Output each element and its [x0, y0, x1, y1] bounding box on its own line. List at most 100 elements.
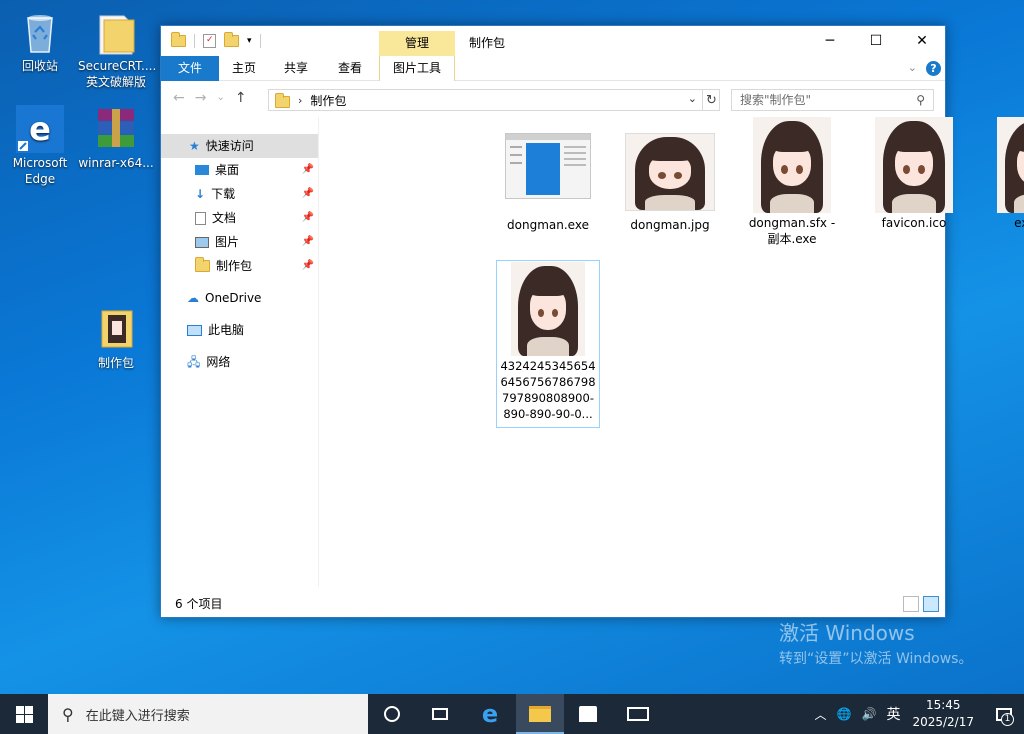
file-item[interactable]: dongman.exe: [496, 127, 600, 233]
refresh-icon[interactable]: ↻: [702, 89, 720, 111]
document-icon: [195, 211, 206, 225]
ime-indicator[interactable]: 英: [886, 704, 900, 724]
maximize-button[interactable]: ☐: [853, 26, 899, 56]
tab-share[interactable]: 共享: [269, 56, 323, 81]
notification-badge: 1: [1001, 713, 1014, 726]
file-item-selected[interactable]: 4324245345654 6456756786798 797890808900…: [496, 260, 600, 428]
address-bar[interactable]: › 制作包 ⌄: [268, 89, 720, 111]
nav-item-documents[interactable]: 文档 📌: [161, 206, 318, 230]
chevron-down-icon[interactable]: ⌄: [688, 92, 697, 105]
file-item[interactable]: exe.jpg: [984, 117, 1024, 231]
quick-access-toolbar: ✓ ▾: [171, 32, 261, 48]
desktop-icon-label: 制作包: [97, 356, 134, 370]
tab-view[interactable]: 查看: [323, 56, 377, 81]
desktop-icon-label: Microsoft Edge: [12, 156, 68, 186]
download-icon: ↓: [195, 187, 206, 201]
edge-taskbar-icon[interactable]: e: [466, 694, 514, 734]
desktop-icon-securecrt[interactable]: SecureCRT.... 英文破解版: [78, 8, 156, 90]
desktop-icon-label: winrar-x64...: [78, 156, 154, 170]
pin-icon: 📌: [301, 260, 314, 271]
nav-item-pictures[interactable]: 图片 📌: [161, 230, 318, 254]
notification-center-button[interactable]: 1: [984, 694, 1024, 734]
clock[interactable]: 15:45 2025/2/17: [912, 697, 974, 731]
tab-home[interactable]: 主页: [219, 56, 269, 81]
file-explorer-taskbar-icon[interactable]: [516, 694, 564, 734]
image-thumbnail: [625, 133, 715, 211]
pin-icon: 📌: [301, 236, 314, 247]
back-icon[interactable]: ←: [173, 90, 185, 106]
desktop-icon-edge[interactable]: e Microsoft Edge: [2, 105, 78, 187]
tab-picture-tools[interactable]: 图片工具: [379, 56, 455, 81]
nav-item-label: 文档: [212, 211, 237, 225]
pin-icon: 📌: [301, 188, 314, 199]
nav-item-quick-access[interactable]: ★ 快速访问: [161, 134, 318, 158]
nav-item-network[interactable]: 🖧 网络: [161, 350, 318, 374]
divider: [259, 34, 261, 48]
chevron-up-icon[interactable]: ︿: [815, 706, 827, 723]
edge-icon: e: [16, 105, 64, 153]
details-view-icon[interactable]: [903, 596, 919, 612]
network-icon[interactable]: 🌐: [837, 707, 852, 721]
nav-item-downloads[interactable]: ↓ 下载 📌: [161, 182, 318, 206]
nav-item-label: 图片: [215, 235, 240, 249]
mail-icon[interactable]: [614, 694, 662, 734]
status-bar: 6 个项目: [161, 591, 945, 617]
start-button[interactable]: [0, 694, 48, 734]
folder-icon: [195, 257, 210, 272]
search-icon: ⚲: [62, 704, 74, 724]
chevron-right-icon: ›: [298, 93, 303, 107]
properties-icon[interactable]: ✓: [203, 34, 216, 48]
up-icon[interactable]: ↑: [235, 90, 247, 106]
clock-date: 2025/2/17: [912, 715, 974, 729]
desktop-icon-recycle-bin[interactable]: 回收站: [2, 8, 78, 74]
nav-item-this-pc[interactable]: 此电脑: [161, 318, 318, 342]
file-name: favicon.ico: [881, 216, 947, 230]
windows-logo-icon: [15, 705, 33, 723]
watermark-subtitle: 转到“设置”以激活 Windows。: [779, 651, 973, 667]
minimize-button[interactable]: ─: [807, 26, 853, 56]
file-name: dongman.sfx - 副本.exe: [748, 216, 836, 246]
executable-icon: [505, 133, 591, 199]
taskbar-search-input[interactable]: ⚲ 在此键入进行搜索: [48, 694, 368, 734]
file-item[interactable]: dongman.jpg: [618, 127, 722, 233]
computer-icon: [187, 324, 202, 336]
forward-icon[interactable]: →: [195, 90, 207, 106]
store-icon[interactable]: [564, 694, 612, 734]
desktop-icon-zhizuobao[interactable]: 制作包: [78, 305, 154, 371]
tab-manage[interactable]: 管理: [379, 31, 455, 56]
file-item[interactable]: dongman.sfx - 副本.exe: [740, 117, 844, 247]
large-icons-view-icon[interactable]: [923, 596, 939, 612]
customize-toolbar-icon[interactable]: ▾: [247, 36, 252, 46]
search-icon: ⚲: [916, 93, 925, 107]
pin-icon: 📌: [301, 164, 314, 175]
help-icon[interactable]: ?: [926, 61, 941, 76]
folder-icon: [92, 305, 140, 353]
tab-file[interactable]: 文件: [161, 56, 219, 81]
svg-text:e: e: [29, 110, 51, 148]
cloud-icon: ☁: [187, 291, 199, 305]
volume-icon[interactable]: 🔊: [862, 707, 877, 721]
search-input[interactable]: 搜索"制作包" ⚲: [731, 89, 934, 111]
file-item[interactable]: favicon.ico: [862, 117, 966, 231]
image-thumbnail: [511, 262, 585, 356]
ribbon-expand-icon[interactable]: ⌄: [908, 61, 917, 74]
star-icon: ★: [189, 139, 200, 153]
nav-item-zhizuobao[interactable]: 制作包 📌: [161, 254, 318, 278]
navigation-pane: ★ 快速访问 桌面 📌 ↓ 下载 📌 文档 📌 图片 📌 制作包 📌 ☁ One…: [161, 117, 319, 587]
nav-item-onedrive[interactable]: ☁ OneDrive: [161, 286, 318, 310]
divider: [194, 34, 195, 48]
nav-item-desktop[interactable]: 桌面 📌: [161, 158, 318, 182]
item-count: 6 个项目: [175, 597, 223, 611]
new-folder-icon[interactable]: [224, 32, 239, 47]
clock-time: 15:45: [925, 698, 961, 712]
desktop-icon-winrar[interactable]: winrar-x64...: [78, 105, 154, 171]
recent-locations-icon[interactable]: ⌄: [216, 90, 224, 106]
task-view-icon[interactable]: [416, 694, 464, 734]
cortana-icon[interactable]: [368, 694, 416, 734]
file-list: dongman.exe dongman.jpg dongman.sfx - 副本…: [320, 117, 1024, 587]
pictures-icon: [195, 236, 209, 248]
nav-item-label: 下载: [211, 187, 236, 201]
taskbar: ⚲ 在此键入进行搜索 e ︿ 🌐 🔊 英 15:45 2025/2/17 1: [0, 694, 1024, 734]
close-button[interactable]: ✕: [899, 26, 945, 56]
file-name: dongman.exe: [507, 218, 589, 232]
